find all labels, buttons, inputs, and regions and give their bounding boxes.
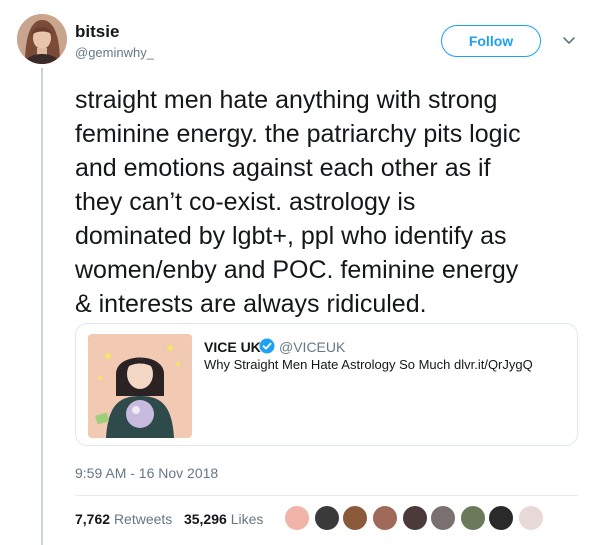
liker-avatar[interactable] [460,505,486,531]
quoted-author-handle[interactable]: @VICEUK [279,339,345,355]
liker-avatar[interactable] [488,505,514,531]
follow-button[interactable]: Follow [441,25,541,57]
tweet-line: and emotions against each other as if [75,154,491,182]
author-avatar[interactable] [17,14,67,64]
author-name[interactable]: bitsie [75,22,119,42]
tweet-line: they can’t co-exist. astrology is [75,188,416,216]
quoted-tweet-text: Why Straight Men Hate Astrology So Much … [204,357,533,372]
chevron-down-icon[interactable] [561,32,577,48]
quoted-tweet-card[interactable]: VICE UK @VICEUK Why Straight Men Hate As… [75,323,578,446]
verified-badge-icon [259,338,275,354]
retweet-count[interactable]: 7,762 [75,511,110,527]
author-handle[interactable]: @geminwhy_ [75,45,154,60]
like-count[interactable]: 35,296 [184,511,227,527]
tweet-line: women/enby and POC. feminine energy [75,256,519,284]
liker-avatar[interactable] [430,505,456,531]
like-label[interactable]: Likes [231,511,264,527]
divider [75,495,578,496]
liker-avatar[interactable] [342,505,368,531]
quoted-author-name[interactable]: VICE UK [204,339,261,355]
tweet-text: straight men hate anything with strong f… [75,83,595,321]
tweet-line: & interests are always ridiculed. [75,290,427,318]
retweet-label[interactable]: Retweets [114,511,172,527]
liker-avatar[interactable] [314,505,340,531]
liker-avatar[interactable] [372,505,398,531]
liker-avatar[interactable] [518,505,544,531]
liker-avatar[interactable] [402,505,428,531]
tweet-line: dominated by lgbt+, ppl who identify as [75,222,507,250]
engagement-stats: 7,762 Retweets 35,296 Likes [75,511,263,527]
thread-line [41,68,43,545]
liker-avatar[interactable] [284,505,310,531]
tweet-line: straight men hate anything with strong [75,86,498,114]
tweet-line: feminine energy. the patriarchy pits log… [75,120,521,148]
tweet-timestamp[interactable]: 9:59 AM - 16 Nov 2018 [75,465,218,481]
quoted-tweet-thumbnail [88,334,192,438]
